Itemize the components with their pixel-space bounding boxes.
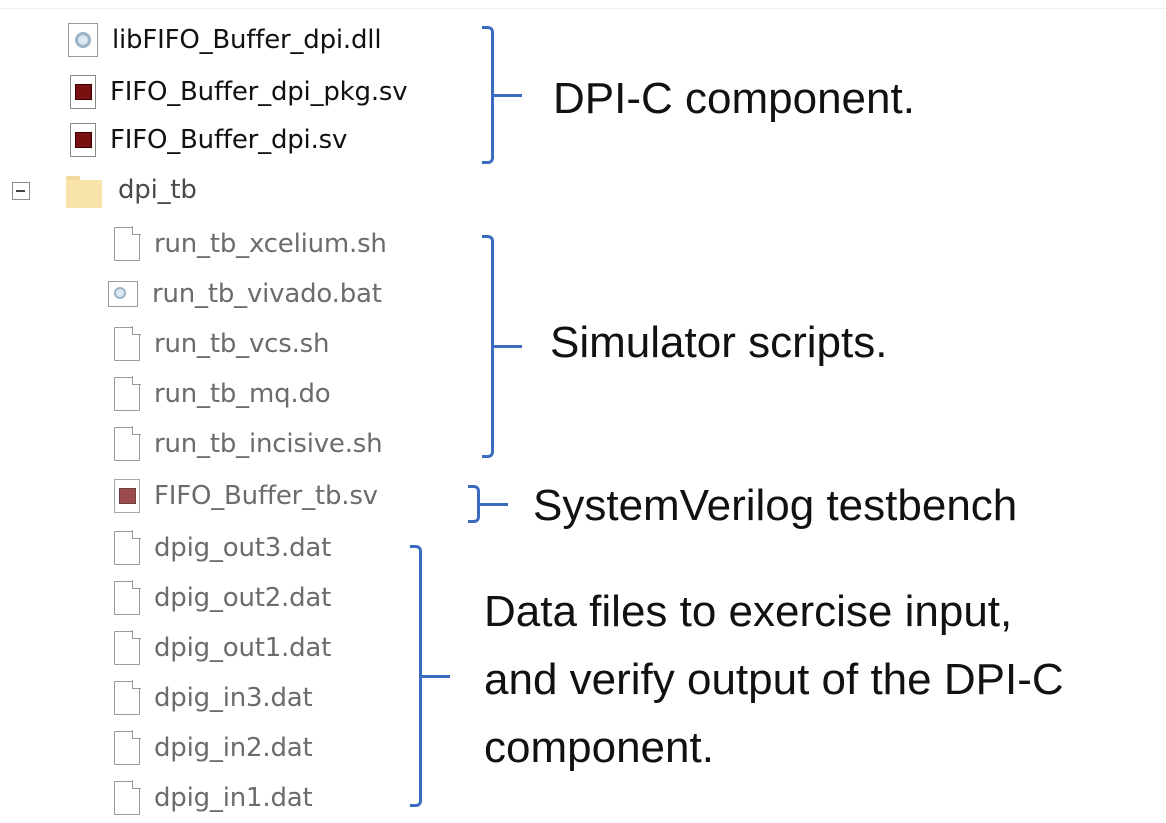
annotation-simulator-scripts: Simulator scripts. [550,318,888,367]
file-name: FIFO_Buffer_dpi_pkg.sv [110,77,408,107]
tree-item-dpi-pkg-sv[interactable]: FIFO_Buffer_dpi_pkg.sv [68,70,408,114]
file-name: dpig_in1.dat [154,783,313,813]
document-icon [114,226,141,261]
document-icon [114,326,141,361]
tree-item-dpig-out1[interactable]: dpig_out1.dat [112,626,331,670]
collapse-toggle-icon[interactable] [12,182,30,200]
tree-item-dpig-in3[interactable]: dpig_in3.dat [112,676,313,720]
file-name: FIFO_Buffer_tb.sv [154,481,378,511]
document-icon [114,730,141,765]
batch-gear-icon [108,281,138,307]
folder-icon [66,172,102,208]
file-name: run_tb_xcelium.sh [154,229,387,259]
document-icon [114,426,141,461]
tree-item-run-tb-vivado[interactable]: run_tb_vivado.bat [108,272,382,316]
annotation-data-files-line-2: and verify output of the DPI-C [484,655,1064,704]
tree-item-dpig-in1[interactable]: dpig_in1.dat [112,776,313,820]
file-name: dpig_in2.dat [154,733,313,763]
annotation-data-files-line-1: Data files to exercise input, [484,587,1013,636]
sv-file-icon [70,123,96,157]
file-name: run_tb_incisive.sh [154,429,383,459]
file-name: FIFO_Buffer_dpi.sv [110,125,348,155]
document-icon [114,580,141,615]
dll-gear-icon [68,23,98,57]
tree-item-fifo-buffer-tb[interactable]: FIFO_Buffer_tb.sv [112,474,378,518]
document-icon [114,376,141,411]
file-name: dpig_out1.dat [154,633,332,663]
tree-folder-dpi-tb[interactable]: dpi_tb [66,168,197,212]
tree-item-dpi-sv[interactable]: FIFO_Buffer_dpi.sv [68,118,347,162]
annotation-testbench: SystemVerilog testbench [533,481,1018,530]
tree-item-dpig-out2[interactable]: dpig_out2.dat [112,576,331,620]
document-icon [114,680,141,715]
tree-item-libfifo-dll[interactable]: libFIFO_Buffer_dpi.dll [68,18,382,62]
bracket-tick [492,94,522,97]
bracket-tick [478,503,508,506]
sv-file-icon [114,479,140,513]
tree-item-dpig-in2[interactable]: dpig_in2.dat [112,726,313,770]
document-icon [114,530,141,565]
document-icon [114,780,141,815]
file-name: dpig_out2.dat [154,583,332,613]
tree-item-run-tb-incisive[interactable]: run_tb_incisive.sh [112,422,383,466]
tree-item-dpig-out3[interactable]: dpig_out3.dat [112,526,331,570]
tree-top-edge [0,0,1166,9]
file-name: dpig_out3.dat [154,533,332,563]
tree-item-run-tb-xcelium[interactable]: run_tb_xcelium.sh [112,222,387,266]
folder-name: dpi_tb [118,175,197,205]
document-icon [114,630,141,665]
annotation-dpi-component: DPI-C component. [553,74,915,123]
bracket-tick [492,345,522,348]
annotation-data-files-line-3: component. [484,723,714,772]
bracket-tick [420,675,450,678]
file-name: run_tb_mq.do [154,379,331,409]
file-name: libFIFO_Buffer_dpi.dll [112,25,382,55]
tree-item-run-tb-vcs[interactable]: run_tb_vcs.sh [112,322,329,366]
sv-file-icon [70,75,96,109]
file-name: dpig_in3.dat [154,683,313,713]
tree-item-run-tb-mq[interactable]: run_tb_mq.do [112,372,331,416]
file-name: run_tb_vivado.bat [152,279,382,309]
file-name: run_tb_vcs.sh [154,329,330,359]
